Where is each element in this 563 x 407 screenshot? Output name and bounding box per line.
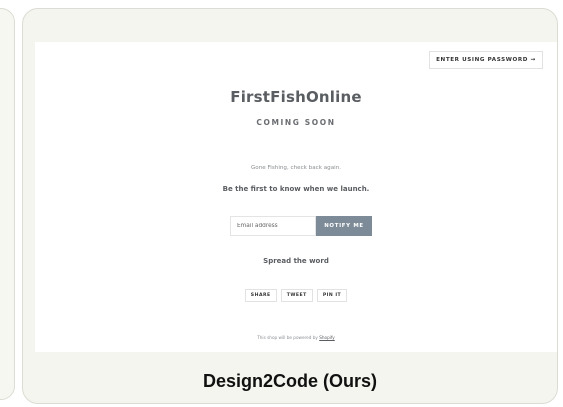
enter-password-button[interactable]: ENTER USING PASSWORD → bbox=[429, 51, 543, 69]
card-caption: Design2Code (Ours) bbox=[202, 371, 378, 391]
launch-heading: Be the first to know when we launch. bbox=[222, 185, 370, 193]
tweet-button[interactable]: TWEET bbox=[280, 289, 313, 302]
result-card: ENTER USING PASSWORD → FirstFishOnline C… bbox=[22, 8, 558, 404]
spread-heading: Spread the word bbox=[263, 257, 329, 265]
coming-soon-subtitle: COMING SOON bbox=[256, 118, 336, 127]
notify-me-button[interactable]: NOTIFY ME bbox=[316, 216, 372, 236]
social-share-bar: SHARE TWEET PIN IT bbox=[35, 289, 557, 302]
share-button[interactable]: SHARE bbox=[244, 289, 277, 302]
email-input[interactable] bbox=[230, 216, 316, 236]
status-message: Gone Fishing, check back again. bbox=[250, 165, 342, 171]
signup-form: NOTIFY ME bbox=[230, 216, 372, 236]
powered-by-footer: This shop will be powered by Shopify bbox=[35, 335, 557, 340]
comparison-panel: ENTER USING PASSWORD → FirstFishOnline C… bbox=[0, 0, 563, 407]
pin-it-button[interactable]: PIN IT bbox=[316, 289, 348, 302]
rendered-page-preview: ENTER USING PASSWORD → FirstFishOnline C… bbox=[35, 42, 557, 352]
previous-card-edge bbox=[0, 8, 15, 400]
shop-title: FirstFishOnline bbox=[230, 88, 362, 106]
shopify-link[interactable]: Shopify bbox=[319, 335, 335, 340]
powered-by-text: This shop will be powered by bbox=[257, 335, 318, 340]
